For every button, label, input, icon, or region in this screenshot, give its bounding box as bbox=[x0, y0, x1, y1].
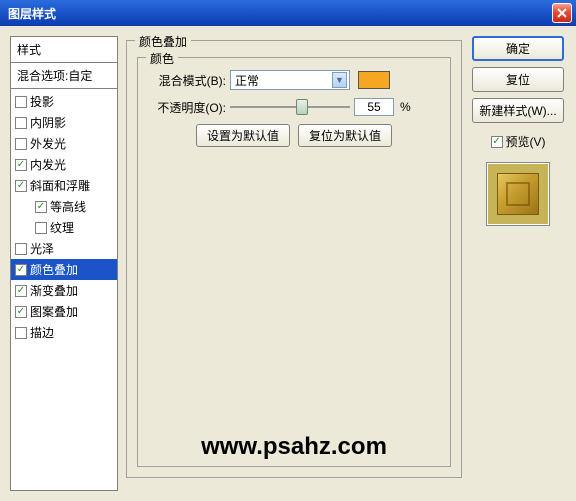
slider-thumb[interactable] bbox=[296, 99, 308, 115]
close-button[interactable] bbox=[552, 3, 572, 23]
style-item-label: 投影 bbox=[30, 93, 54, 110]
style-item-label: 描边 bbox=[30, 324, 54, 341]
watermark: www.psahz.com bbox=[201, 433, 387, 461]
styles-header: 样式 bbox=[10, 36, 118, 63]
default-buttons-row: 设置为默认值 复位为默认值 bbox=[148, 124, 440, 147]
style-item-4[interactable]: ✓斜面和浮雕 bbox=[11, 175, 117, 196]
style-item-label: 等高线 bbox=[50, 198, 86, 215]
style-item-0[interactable]: 投影 bbox=[11, 91, 117, 112]
right-column: 确定 复位 新建样式(W)... ✓ 预览(V) bbox=[470, 36, 566, 491]
preview-box bbox=[486, 162, 550, 226]
center-panel: 颜色叠加 颜色 混合模式(B): 正常 ▼ 不透明度(O): bbox=[126, 36, 462, 491]
checkbox-icon[interactable] bbox=[15, 117, 27, 129]
blend-mode-value: 正常 bbox=[235, 72, 259, 89]
checkbox-icon[interactable] bbox=[15, 138, 27, 150]
preview-thumbnail bbox=[497, 173, 539, 215]
cancel-button[interactable]: 复位 bbox=[472, 67, 564, 92]
subgroup-legend: 颜色 bbox=[146, 50, 178, 67]
color-swatch[interactable] bbox=[358, 71, 390, 89]
style-item-label: 外发光 bbox=[30, 135, 66, 152]
checkbox-icon[interactable]: ✓ bbox=[15, 264, 27, 276]
checkbox-icon[interactable] bbox=[35, 222, 47, 234]
style-item-label: 内发光 bbox=[30, 156, 66, 173]
opacity-label: 不透明度(O): bbox=[148, 99, 226, 116]
checkbox-icon[interactable]: ✓ bbox=[35, 201, 47, 213]
checkbox-icon[interactable]: ✓ bbox=[15, 285, 27, 297]
styles-column: 样式 混合选项:自定 投影内阴影外发光✓内发光✓斜面和浮雕✓等高线纹理光泽✓颜色… bbox=[10, 36, 118, 491]
style-item-label: 颜色叠加 bbox=[30, 261, 78, 278]
checkbox-icon: ✓ bbox=[491, 136, 503, 148]
style-item-2[interactable]: 外发光 bbox=[11, 133, 117, 154]
opacity-input[interactable]: 55 bbox=[354, 98, 394, 116]
window-title: 图层样式 bbox=[8, 5, 56, 22]
checkbox-icon[interactable] bbox=[15, 96, 27, 108]
preview-label: 预览(V) bbox=[506, 133, 546, 150]
style-item-3[interactable]: ✓内发光 bbox=[11, 154, 117, 175]
checkbox-icon[interactable] bbox=[15, 327, 27, 339]
opacity-slider[interactable] bbox=[230, 98, 350, 116]
styles-list: 投影内阴影外发光✓内发光✓斜面和浮雕✓等高线纹理光泽✓颜色叠加✓渐变叠加✓图案叠… bbox=[10, 89, 118, 491]
style-item-label: 渐变叠加 bbox=[30, 282, 78, 299]
style-item-5[interactable]: ✓等高线 bbox=[11, 196, 117, 217]
slider-track bbox=[230, 106, 350, 108]
blend-mode-select[interactable]: 正常 ▼ bbox=[230, 70, 350, 90]
color-overlay-group: 颜色叠加 颜色 混合模式(B): 正常 ▼ 不透明度(O): bbox=[126, 40, 462, 478]
style-item-11[interactable]: 描边 bbox=[11, 322, 117, 343]
style-item-9[interactable]: ✓渐变叠加 bbox=[11, 280, 117, 301]
style-item-label: 内阴影 bbox=[30, 114, 66, 131]
opacity-row: 不透明度(O): 55 % bbox=[148, 98, 440, 116]
new-style-button[interactable]: 新建样式(W)... bbox=[472, 98, 564, 123]
checkbox-icon[interactable]: ✓ bbox=[15, 306, 27, 318]
style-item-10[interactable]: ✓图案叠加 bbox=[11, 301, 117, 322]
style-item-6[interactable]: 纹理 bbox=[11, 217, 117, 238]
checkbox-icon[interactable]: ✓ bbox=[15, 180, 27, 192]
blend-mode-row: 混合模式(B): 正常 ▼ bbox=[148, 70, 440, 90]
style-item-label: 光泽 bbox=[30, 240, 54, 257]
style-item-8[interactable]: ✓颜色叠加 bbox=[11, 259, 117, 280]
style-item-label: 纹理 bbox=[50, 219, 74, 236]
group-legend: 颜色叠加 bbox=[135, 33, 191, 50]
ok-button[interactable]: 确定 bbox=[472, 36, 564, 61]
dialog-body: 样式 混合选项:自定 投影内阴影外发光✓内发光✓斜面和浮雕✓等高线纹理光泽✓颜色… bbox=[0, 26, 576, 501]
preview-checkbox-row[interactable]: ✓ 预览(V) bbox=[491, 133, 546, 150]
checkbox-icon[interactable]: ✓ bbox=[15, 159, 27, 171]
blend-mode-label: 混合模式(B): bbox=[148, 72, 226, 89]
set-default-button[interactable]: 设置为默认值 bbox=[196, 124, 290, 147]
opacity-unit: % bbox=[400, 100, 411, 114]
titlebar: 图层样式 bbox=[0, 0, 576, 26]
blend-options-item[interactable]: 混合选项:自定 bbox=[10, 63, 118, 89]
style-item-label: 图案叠加 bbox=[30, 303, 78, 320]
style-item-1[interactable]: 内阴影 bbox=[11, 112, 117, 133]
reset-default-button[interactable]: 复位为默认值 bbox=[298, 124, 392, 147]
checkbox-icon[interactable] bbox=[15, 243, 27, 255]
chevron-down-icon: ▼ bbox=[332, 72, 347, 88]
color-subgroup: 颜色 混合模式(B): 正常 ▼ 不透明度(O): bbox=[137, 57, 451, 467]
style-item-7[interactable]: 光泽 bbox=[11, 238, 117, 259]
style-item-label: 斜面和浮雕 bbox=[30, 177, 90, 194]
